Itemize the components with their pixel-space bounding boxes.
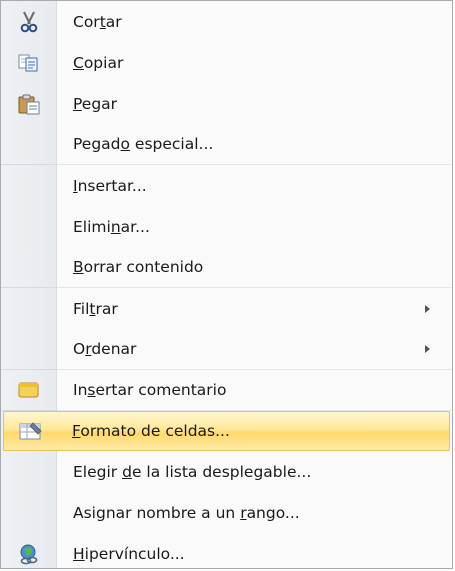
paste-icon xyxy=(1,83,57,124)
menu-item-elegir-de-la-lista[interactable]: Elegir de la lista desplegable... xyxy=(1,451,452,492)
menu-item-insertar-comentario[interactable]: Insertar comentario xyxy=(1,370,452,411)
submenu-arrow-icon xyxy=(425,345,430,353)
menu-item-pegar[interactable]: Pegar xyxy=(1,83,452,124)
context-menu: Cortar Copiar Pegar Pegado especial... I… xyxy=(0,0,453,569)
menu-item-borrar-contenido[interactable]: Borrar contenido xyxy=(1,247,452,288)
submenu-arrow-icon xyxy=(425,304,430,313)
menu-item-eliminar[interactable]: Eliminar... xyxy=(1,206,452,247)
menu-item-cortar[interactable]: Cortar xyxy=(1,1,452,42)
comment-icon xyxy=(1,370,57,410)
menu-item-formato-de-celdas[interactable]: Formato de celdas... xyxy=(3,411,450,451)
menu-item-insertar[interactable]: Insertar... xyxy=(1,165,452,206)
format-cells-icon xyxy=(4,412,58,450)
hyperlink-icon xyxy=(1,533,57,568)
menu-items: Cortar Copiar Pegar Pegado especial... I… xyxy=(1,1,452,568)
menu-item-copiar[interactable]: Copiar xyxy=(1,42,452,83)
copy-icon xyxy=(1,42,57,83)
menu-item-pegado-especial[interactable]: Pegado especial... xyxy=(1,124,452,165)
menu-item-asignar-nombre[interactable]: Asignar nombre a un rango... xyxy=(1,492,452,533)
menu-item-hipervinculo[interactable]: Hipervínculo... xyxy=(1,533,452,568)
menu-item-filtrar[interactable]: Filtrar xyxy=(1,288,452,329)
menu-item-ordenar[interactable]: Ordenar xyxy=(1,329,452,370)
scissors-icon xyxy=(1,1,57,42)
